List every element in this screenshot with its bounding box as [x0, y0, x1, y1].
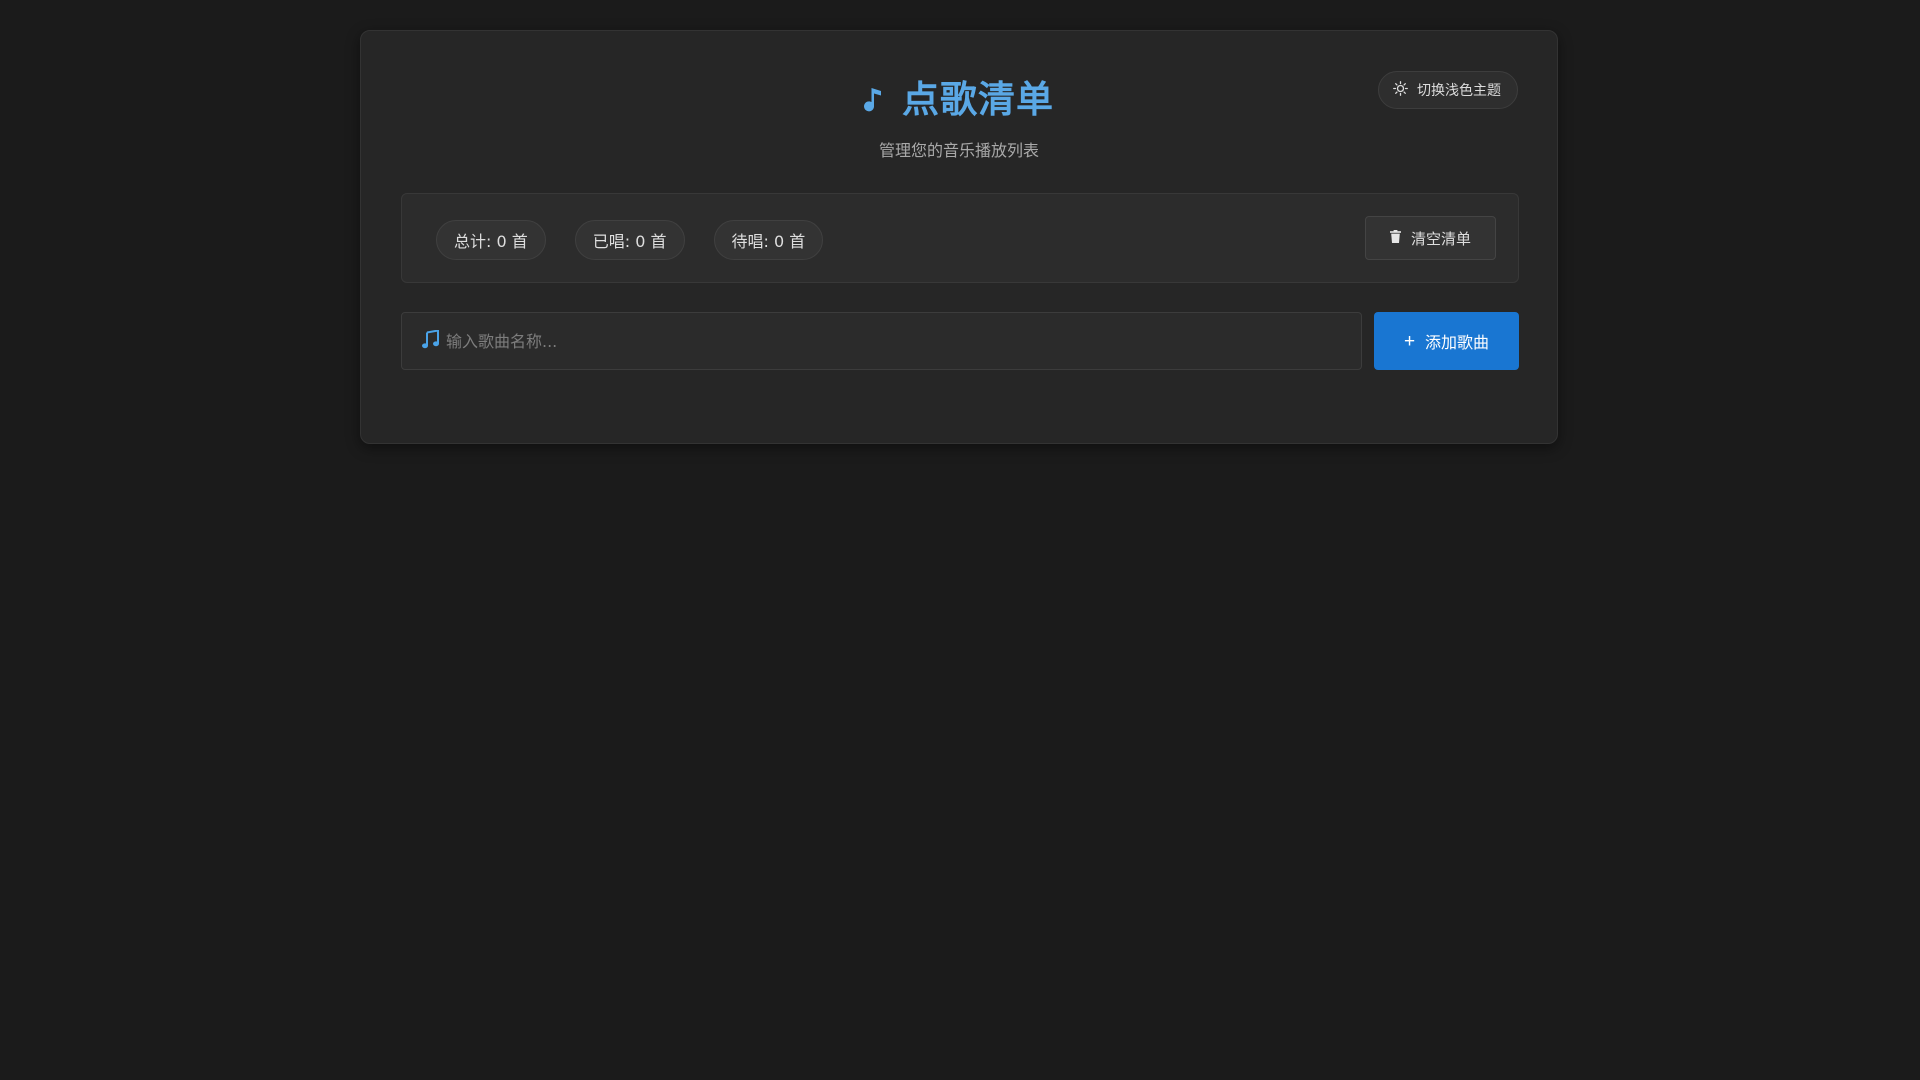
stats-bar: 总计: 0 首 已唱: 0 首 待唱: 0 首 清空清单	[401, 193, 1519, 283]
trash-icon	[1389, 229, 1401, 247]
add-song-button[interactable]: + 添加歌曲	[1374, 312, 1519, 370]
stat-pending: 待唱: 0 首	[713, 220, 824, 260]
clear-list-label: 清空清单	[1410, 229, 1471, 248]
title-row: 点歌清单	[864, 73, 1054, 127]
clear-list-button[interactable]: 清空清单	[1365, 216, 1496, 260]
stat-sung: 已唱: 0 首	[574, 220, 685, 260]
music-notes-icon	[422, 328, 440, 353]
add-song-label: 添加歌曲	[1425, 335, 1490, 352]
song-name-input[interactable]	[444, 312, 1361, 370]
page-title: 点歌清单	[902, 78, 1054, 121]
music-note-icon	[864, 85, 886, 115]
song-input-field[interactable]	[401, 312, 1362, 370]
stat-total: 总计: 0 首	[436, 220, 546, 260]
playlist-card: 点歌清单 管理您的音乐播放列表 切换浅色主题 总计: 0 首 已唱: 0 首 待…	[360, 30, 1558, 444]
sun-icon	[1393, 80, 1408, 100]
plus-icon: +	[1403, 330, 1416, 352]
stats-pills: 总计: 0 首 已唱: 0 首 待唱: 0 首	[436, 220, 824, 260]
theme-toggle-label: 切换浅色主题	[1417, 83, 1501, 99]
page-subtitle: 管理您的音乐播放列表	[878, 141, 1039, 160]
theme-toggle-button[interactable]: 切换浅色主题	[1378, 71, 1518, 109]
